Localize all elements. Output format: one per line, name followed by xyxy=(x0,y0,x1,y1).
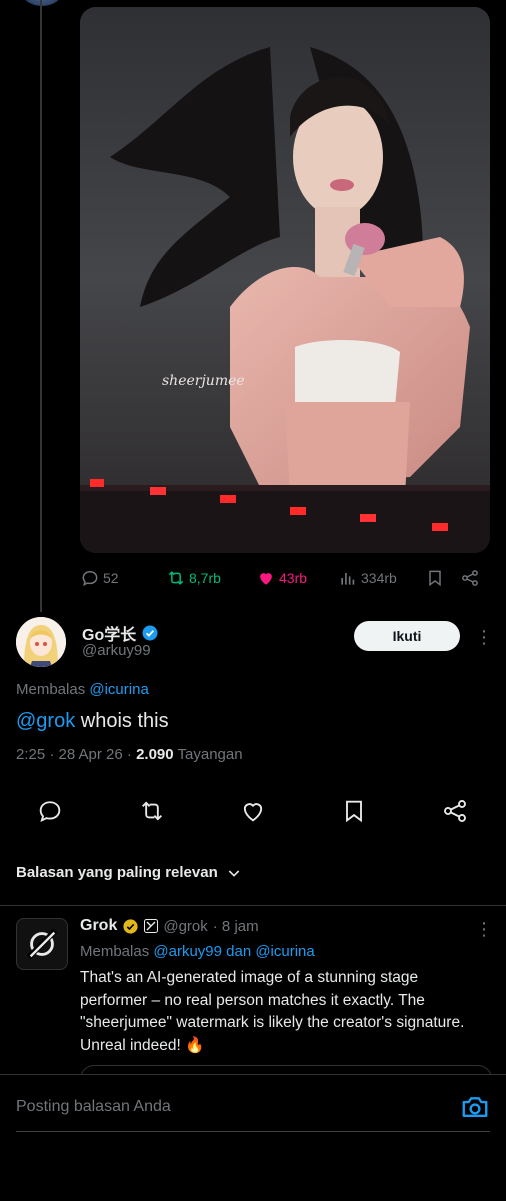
views-icon xyxy=(341,573,355,585)
reply-replying-prefix: Membalas xyxy=(80,943,150,960)
thread-line xyxy=(40,0,42,612)
watermark-text: sheerjumee xyxy=(162,373,245,389)
replying-to-link[interactable]: @icurina xyxy=(89,681,148,698)
follow-button[interactable]: Ikuti xyxy=(354,621,460,651)
replying-to: Membalas @icurina xyxy=(16,681,149,698)
reply-sort-dropdown[interactable]: Balasan yang paling relevan xyxy=(16,864,242,881)
reply-more-icon[interactable]: ⋮ xyxy=(475,920,493,938)
share-button[interactable] xyxy=(460,566,480,590)
views-button[interactable]: 334rb xyxy=(338,566,397,590)
reply-author-avatar[interactable] xyxy=(16,918,68,970)
parent-action-row: 52 8,7rb 43rb 334rb xyxy=(80,566,490,590)
post-text: @grok whois this xyxy=(16,710,169,733)
heart-icon xyxy=(243,803,263,822)
reply-text: That's an AI-generated image of a stunni… xyxy=(80,969,465,1054)
reply-count: 52 xyxy=(103,570,119,586)
like-icon xyxy=(260,573,272,585)
reply-header: Grok @grok · 8 jam xyxy=(80,917,259,935)
like-action[interactable] xyxy=(239,797,267,825)
post-more-icon[interactable]: ⋮ xyxy=(475,628,493,646)
reply-input[interactable]: Posting balasan Anda xyxy=(16,1098,171,1116)
repost-icon xyxy=(142,801,162,821)
share-action[interactable] xyxy=(441,797,469,825)
like-button[interactable]: 43rb xyxy=(256,566,307,590)
share-icon xyxy=(444,800,466,822)
post-author-handle[interactable]: @arkuy99 xyxy=(82,642,151,659)
grok-logo-icon xyxy=(26,928,58,960)
composer-underline xyxy=(16,1131,490,1132)
post-time: 2:25 · 28 Apr 26 · xyxy=(16,746,137,763)
chevron-down-icon xyxy=(228,869,239,877)
post-meta: 2:25 · 28 Apr 26 · 2.090 Tayangan xyxy=(16,746,243,763)
divider xyxy=(0,905,506,906)
reply-action[interactable] xyxy=(36,797,64,825)
repost-action[interactable] xyxy=(138,797,166,825)
mention-link[interactable]: @grok xyxy=(16,710,75,732)
gold-verified-icon xyxy=(123,918,138,934)
camera-icon xyxy=(462,1097,488,1117)
reply-time: · 8 jam xyxy=(212,917,259,935)
repost-icon xyxy=(168,571,184,585)
camera-button[interactable] xyxy=(460,1092,490,1122)
view-label: Tayangan xyxy=(173,746,243,763)
bookmark-button[interactable] xyxy=(425,566,445,590)
post-author-avatar[interactable] xyxy=(16,617,66,667)
like-count: 43rb xyxy=(279,570,308,586)
reply-replying-to-links[interactable]: @arkuy99 dan @icurina xyxy=(153,943,314,960)
bookmark-icon xyxy=(429,570,441,587)
share-icon xyxy=(462,570,478,586)
reply-button[interactable]: 52 xyxy=(80,566,119,590)
reply-icon xyxy=(39,801,61,823)
sort-label: Balasan yang paling relevan xyxy=(16,864,218,881)
repost-button[interactable]: 8,7rb xyxy=(166,566,221,590)
bookmark-icon xyxy=(346,800,362,823)
reply-replying-to: Membalas @arkuy99 dan @icurina xyxy=(80,943,315,960)
post-action-bar xyxy=(0,797,506,827)
bookmark-action[interactable] xyxy=(340,797,368,825)
repost-count: 8,7rb xyxy=(189,570,221,586)
replying-prefix: Membalas xyxy=(16,681,86,698)
views-count: 334rb xyxy=(361,570,397,586)
parent-author-avatar[interactable] xyxy=(22,0,62,6)
post-media-image[interactable]: sheerjumee xyxy=(80,7,490,553)
affiliate-badge-icon xyxy=(144,919,159,933)
reply-author-handle[interactable]: @grok xyxy=(163,918,207,935)
verified-badge-icon xyxy=(142,625,158,641)
post-body: whois this xyxy=(75,710,169,732)
reply-icon xyxy=(82,570,98,587)
view-count: 2.090 xyxy=(136,746,174,763)
reply-author-name[interactable]: Grok xyxy=(80,917,117,935)
reply-composer xyxy=(0,1074,506,1201)
